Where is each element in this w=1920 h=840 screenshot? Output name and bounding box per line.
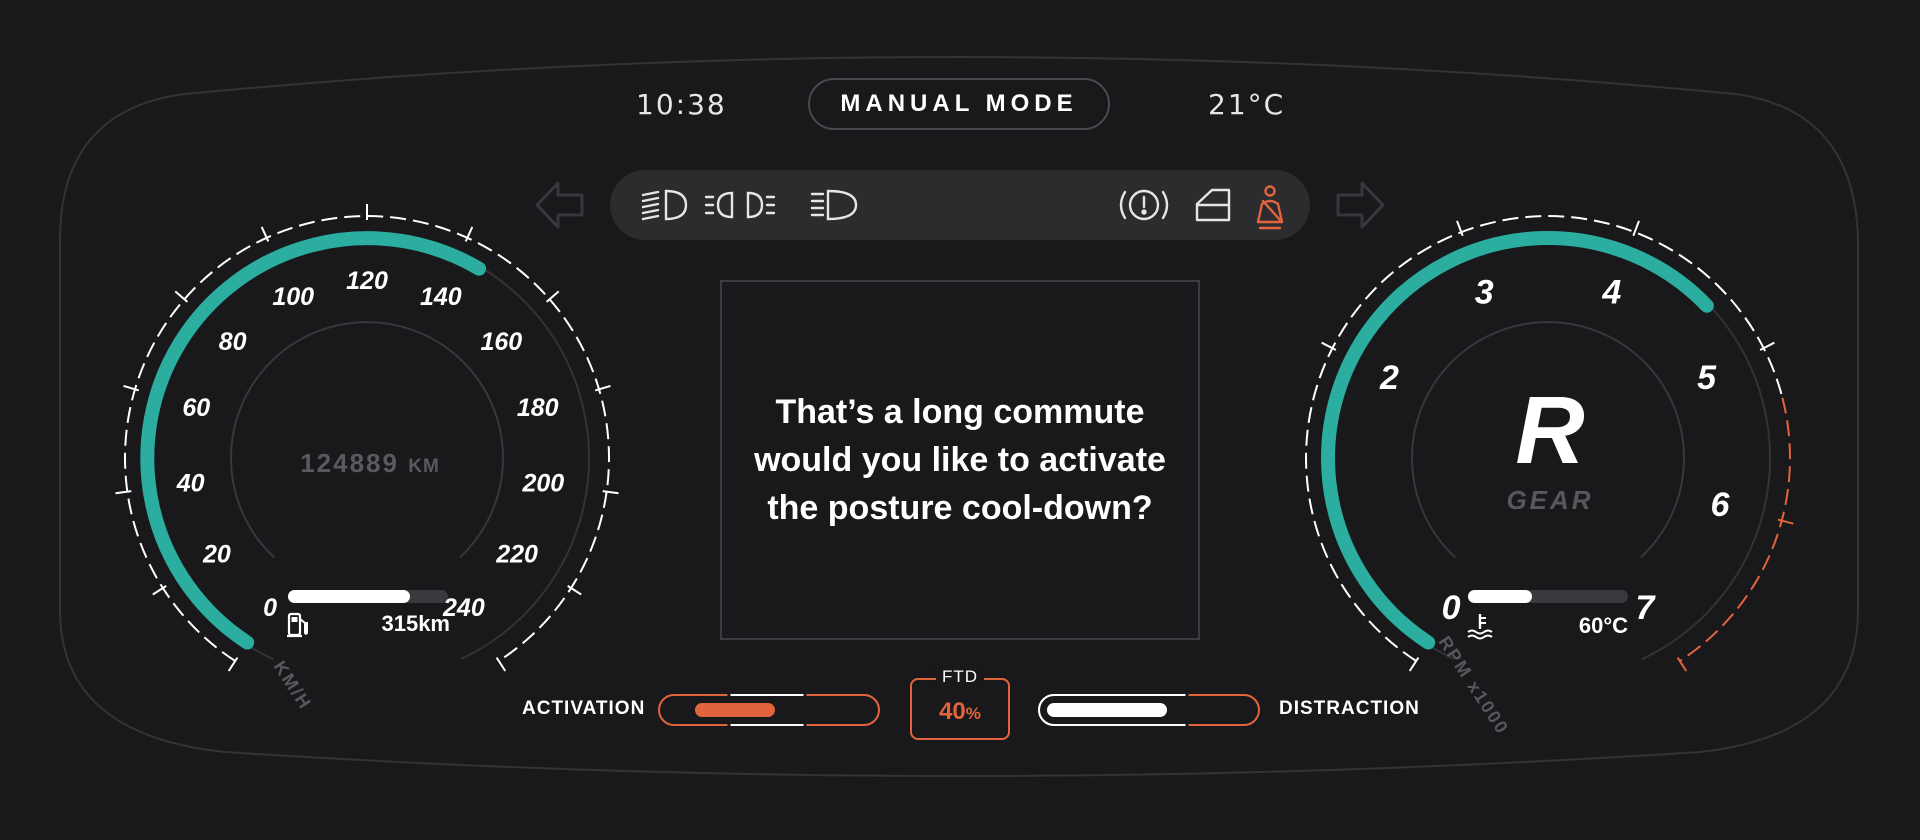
assistant-message-card[interactable]: That’s a long commute would you like to …	[720, 280, 1200, 640]
dial-tick-label: 120	[346, 267, 388, 295]
turn-right-arrow-icon	[1336, 181, 1385, 229]
distraction-meter	[1038, 693, 1260, 727]
activation-fill	[695, 703, 775, 717]
fuel-level-fill	[288, 590, 410, 603]
instrument-cluster: 0 20 40 60 80 100 120 140 160 180 200 220 240 KM/H 02…	[0, 0, 1920, 840]
dial-tick	[1676, 657, 1688, 672]
message-line: That’s a long commute	[775, 393, 1145, 431]
dial-tick-label: 140	[420, 283, 462, 311]
ftd-label: FTD	[935, 667, 985, 687]
brake-warning-icon	[1119, 189, 1169, 221]
dial-unit-label: RPM x1000	[1434, 633, 1512, 739]
seatbelt-warning-icon	[1256, 185, 1284, 230]
dial-tick-label: 180	[517, 394, 559, 422]
dial-tick-label: 40	[176, 470, 205, 498]
coolant-level-fill	[1468, 590, 1532, 603]
ftd-indicator: FTD 40%	[910, 667, 1010, 740]
odometer-unit: KM	[408, 456, 440, 477]
coolant-temperature-icon	[1467, 614, 1493, 640]
gear-indicator: R	[1515, 377, 1585, 484]
drive-mode-button[interactable]: MANUAL MODE	[808, 78, 1110, 130]
turn-left-arrow-icon	[535, 181, 584, 229]
drive-mode-label: MANUAL MODE	[840, 90, 1078, 117]
fuel-range: 315km	[381, 611, 450, 636]
message-line: would you like to activate	[754, 441, 1166, 479]
fuel-level-bar	[288, 590, 448, 603]
activation-label: ACTIVATION	[522, 698, 646, 719]
dial-tick-label: 0	[1442, 589, 1461, 627]
assistant-message: That’s a long commute would you like to …	[734, 388, 1186, 532]
odometer-value: 124889	[300, 448, 399, 478]
high-beam-headlight-icon	[810, 189, 858, 221]
coolant-temperature-value: 60°C	[1578, 613, 1628, 638]
ftd-unit: %	[965, 704, 981, 723]
dial-redline-scale	[1679, 397, 1792, 662]
dial-tick-label: 200	[521, 470, 564, 498]
dial-tick-label: 160	[480, 328, 522, 356]
odometer: 124889 KM	[270, 448, 470, 479]
outside-temperature: 21°C	[1208, 88, 1286, 121]
coolant-level-bar	[1468, 590, 1628, 603]
ftd-number: 40	[939, 698, 966, 725]
dial-unit-label: KM/H	[270, 657, 316, 713]
dial-tick	[495, 657, 507, 672]
fog-light-icon	[704, 191, 776, 219]
dial-tick-label: 100	[272, 283, 314, 311]
dial-tick-label: 60	[182, 394, 210, 422]
dial-inner-ring	[230, 321, 504, 559]
distraction-fill	[1047, 703, 1167, 717]
dial-tick	[115, 490, 132, 495]
gear-label: GEAR	[1506, 485, 1594, 515]
dial-tick	[1632, 220, 1640, 237]
dial-tick-label: 80	[219, 328, 247, 356]
dial-tick-label: 0	[263, 594, 277, 622]
ftd-value: 40%	[912, 698, 1008, 726]
dial-tick-label: 220	[495, 540, 538, 568]
dial-tick-label: 6	[1710, 486, 1730, 524]
indicator-icons	[641, 185, 1284, 230]
low-beam-headlight-icon	[641, 189, 688, 221]
fuel-pump-icon	[287, 612, 308, 638]
clock: 10:38	[636, 88, 727, 121]
indicator-bar	[610, 170, 1310, 240]
dial-tick-label: 3	[1475, 274, 1494, 312]
dial-tick	[602, 490, 619, 495]
dial-tick-label: 2	[1379, 359, 1399, 397]
dial-tick	[545, 290, 560, 303]
dial-tick-label: 4	[1601, 274, 1621, 312]
dial-tick-label: 7	[1635, 589, 1656, 627]
dial-tick-label: 5	[1697, 359, 1717, 397]
distraction-label: DISTRACTION	[1279, 698, 1420, 719]
activation-meter	[658, 693, 880, 727]
door-open-icon	[1195, 188, 1231, 222]
dial-tick-label: 20	[202, 540, 231, 568]
message-line: the posture cool-down?	[767, 489, 1153, 527]
